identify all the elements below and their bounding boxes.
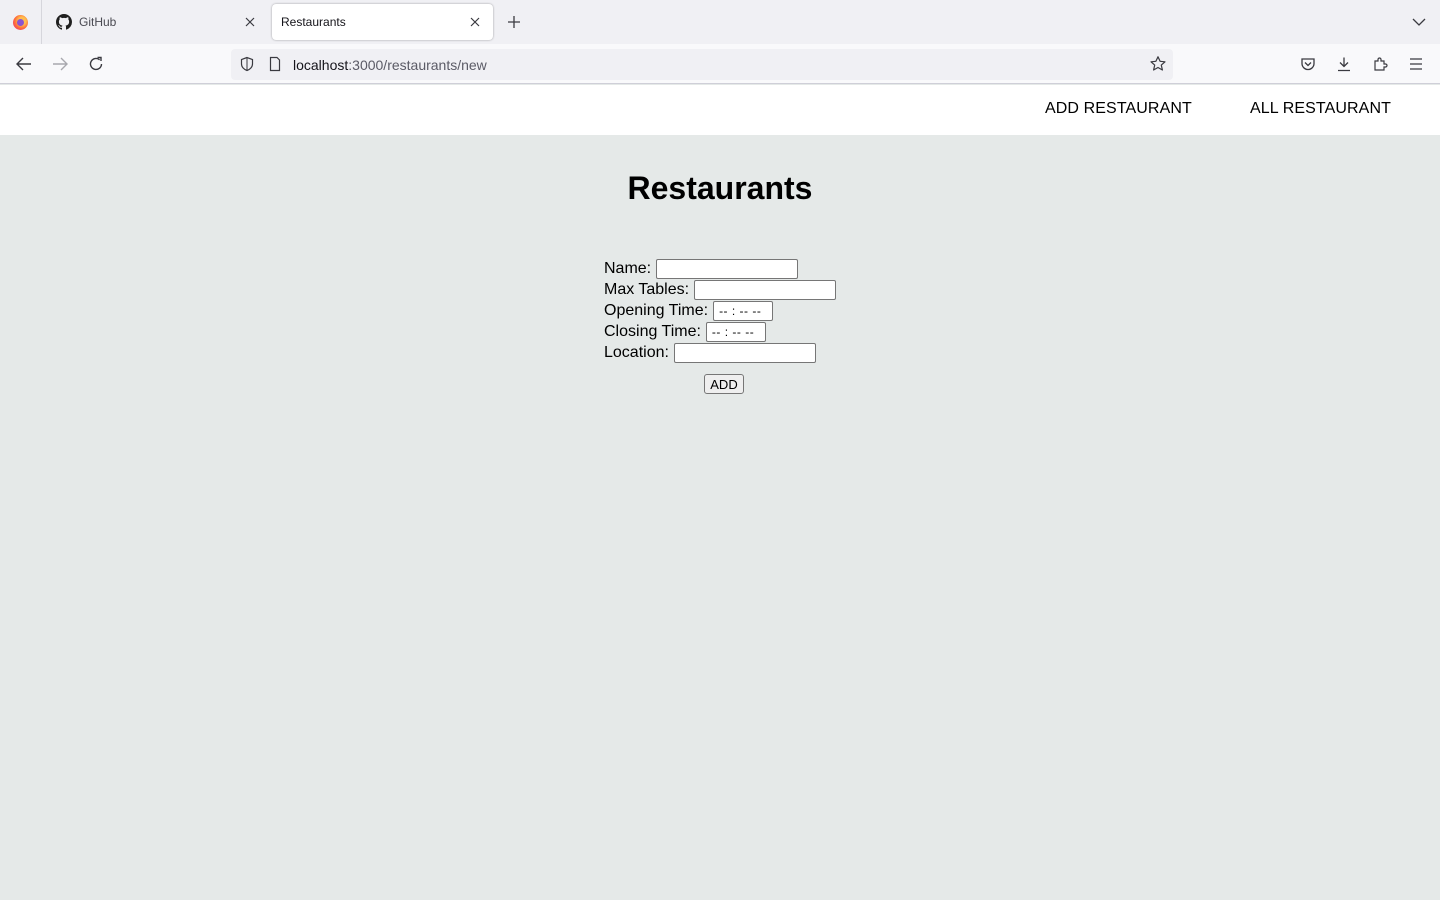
location-label: Location: xyxy=(604,343,669,361)
location-row: Location: xyxy=(604,342,904,363)
name-input[interactable] xyxy=(656,258,799,279)
location-input[interactable] xyxy=(673,342,816,363)
url-host: localhost xyxy=(293,57,349,73)
back-arrow-icon[interactable] xyxy=(12,52,36,76)
opening-time-row: Opening Time: -- : -- -- xyxy=(604,300,904,321)
url-path: :3000/restaurants/new xyxy=(348,57,487,73)
download-icon[interactable] xyxy=(1332,52,1356,76)
reload-icon[interactable] xyxy=(84,52,108,76)
closing-time-input[interactable]: -- : -- -- xyxy=(705,321,766,342)
close-icon[interactable] xyxy=(242,14,258,30)
opening-time-label: Opening Time: xyxy=(604,301,709,319)
opening-time-input[interactable]: -- : -- -- xyxy=(713,300,774,321)
page-title: Restaurants xyxy=(627,170,813,206)
all-restaurant-link[interactable]: ALL RESTAURANT xyxy=(1250,100,1391,118)
url-text[interactable]: localhost:3000/restaurants/new xyxy=(293,57,487,73)
chevron-down-icon[interactable] xyxy=(1408,11,1430,33)
tab-label: GitHub xyxy=(79,15,117,29)
tab-github[interactable]: GitHub xyxy=(46,4,268,40)
max-tables-label: Max Tables: xyxy=(604,280,690,298)
bookmark-star-icon[interactable] xyxy=(1149,55,1167,73)
max-tables-row: Max Tables: xyxy=(604,279,904,300)
page-icon[interactable] xyxy=(267,56,283,72)
forward-arrow-icon[interactable] xyxy=(48,52,72,76)
max-tables-input[interactable] xyxy=(694,279,837,300)
tab-restaurants[interactable]: Restaurants xyxy=(272,4,493,40)
extensions-icon[interactable] xyxy=(1368,52,1392,76)
firefox-icon[interactable] xyxy=(0,0,42,44)
shield-icon[interactable] xyxy=(239,56,255,72)
add-restaurant-link[interactable]: ADD RESTAURANT xyxy=(1045,100,1192,118)
github-icon xyxy=(56,14,72,30)
restaurant-form: Name: Max Tables: Opening Time: -- : -- … xyxy=(604,258,904,363)
closing-time-label: Closing Time: xyxy=(604,322,701,340)
tab-label: Restaurants xyxy=(281,15,346,29)
new-tab-icon[interactable] xyxy=(503,11,525,33)
url-bar[interactable]: localhost:3000/restaurants/new xyxy=(231,49,1173,80)
closing-time-row: Closing Time: -- : -- -- xyxy=(604,321,904,342)
name-label: Name: xyxy=(604,259,652,277)
menu-icon[interactable] xyxy=(1404,52,1428,76)
pocket-icon[interactable] xyxy=(1296,52,1320,76)
add-button[interactable]: ADD xyxy=(704,374,744,394)
name-row: Name: xyxy=(604,258,904,279)
browser-tab-bar: GitHub Restaurants xyxy=(0,0,1440,44)
close-icon[interactable] xyxy=(467,14,483,30)
site-header: ADD RESTAURANT ALL RESTAURANT xyxy=(0,85,1440,135)
browser-nav-bar: localhost:3000/restaurants/new xyxy=(0,44,1440,84)
